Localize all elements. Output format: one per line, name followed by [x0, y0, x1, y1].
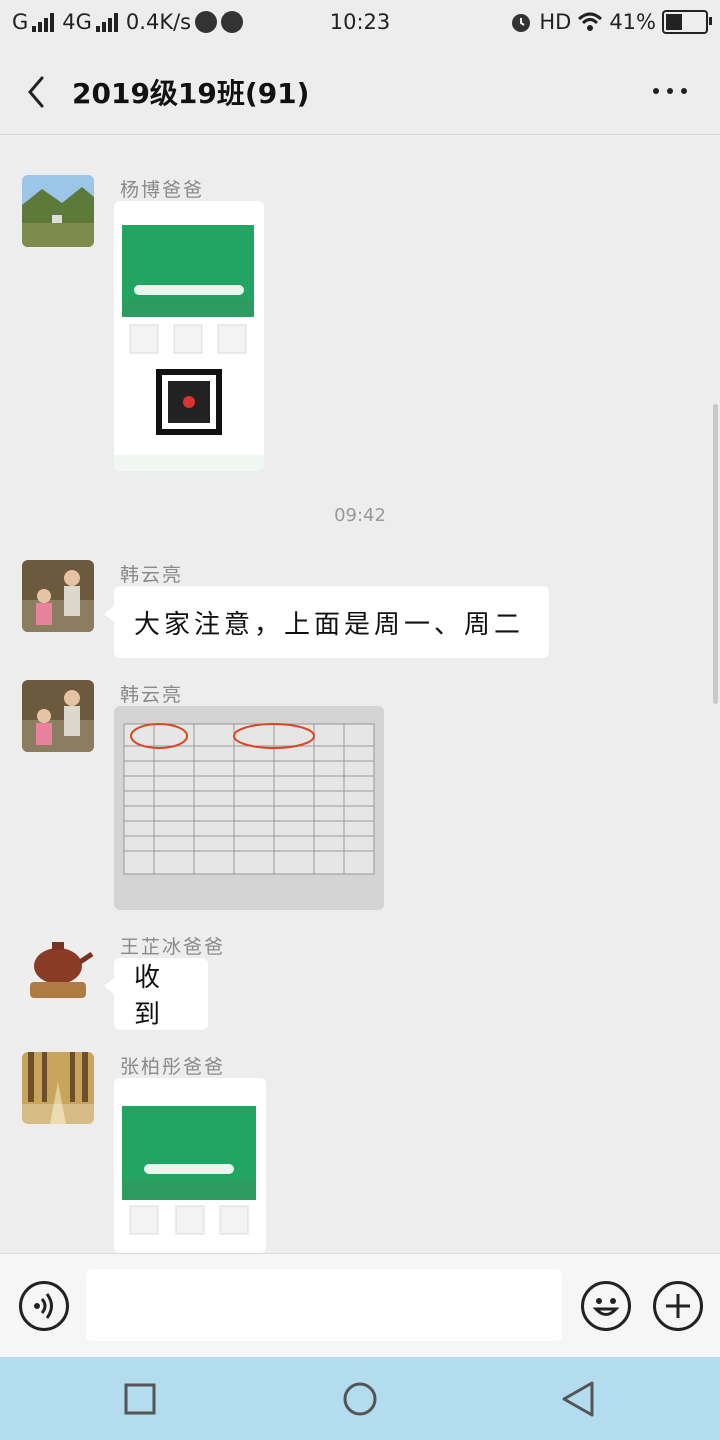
health-code-screenshot [114, 1078, 266, 1253]
status-bar: G 4G 0.4K/s 10:23 HD 41% [0, 0, 720, 48]
sender-name: 杨博爸爸 [120, 179, 205, 201]
landscape-avatar-image [22, 175, 94, 247]
back-icon[interactable] [22, 72, 52, 112]
emoji-icon[interactable] [581, 1281, 631, 1331]
child-avatar-image [22, 560, 94, 632]
nav-back-icon[interactable] [560, 1379, 596, 1419]
nav-home-icon[interactable] [341, 1380, 379, 1418]
image-message[interactable] [114, 201, 264, 471]
sender-name: 韩云亮 [120, 564, 184, 586]
more-icon[interactable] [650, 76, 690, 106]
sender-name: 王芷冰爸爸 [120, 936, 226, 958]
sender-name: 韩云亮 [120, 684, 184, 706]
status-right: HD 41% [509, 10, 712, 34]
text-message-bubble[interactable]: 大家注意，上面是周一、周二 [104, 586, 549, 658]
battery-percent: 41% [609, 10, 656, 34]
teapot-avatar-image [22, 932, 94, 1004]
voice-icon[interactable] [19, 1281, 69, 1331]
chat-header: 2019级19班(91) [0, 48, 720, 135]
alarm-icon [512, 14, 531, 32]
child-avatar-image [22, 680, 94, 752]
schedule-photo [114, 706, 384, 910]
avatar[interactable] [22, 1052, 94, 1124]
wifi-icon [578, 12, 603, 31]
avatar[interactable] [22, 932, 94, 1004]
image-message[interactable] [114, 706, 384, 910]
avatar[interactable] [22, 680, 94, 752]
avatar[interactable] [22, 175, 94, 247]
text-message-bubble[interactable]: 收到 [104, 958, 208, 1030]
hd-label: HD [539, 10, 572, 34]
tree-avenue-avatar-image [22, 1052, 94, 1124]
message-input[interactable] [86, 1269, 562, 1341]
chat-title: 2019级19班(91) [72, 77, 310, 110]
plus-icon[interactable] [653, 1281, 703, 1331]
avatar[interactable] [22, 560, 94, 632]
nav-recent-icon[interactable] [122, 1381, 158, 1417]
image-message[interactable] [114, 1078, 266, 1253]
timestamp: 09:42 [334, 505, 386, 526]
input-bar [0, 1253, 720, 1358]
message-text: 大家注意，上面是周一、周二 [134, 609, 525, 640]
system-nav-bar [0, 1357, 720, 1440]
health-code-screenshot [114, 201, 264, 471]
message-text: 收到 [134, 963, 165, 1030]
scrollbar[interactable] [713, 404, 718, 704]
chat-area[interactable]: 杨博爸爸 09:42 韩云亮 大家注意，上面是周一、周二 韩云亮 王芷冰爸爸 收… [0, 135, 720, 1253]
battery-icon [662, 10, 712, 34]
sender-name: 张柏彤爸爸 [120, 1056, 226, 1078]
